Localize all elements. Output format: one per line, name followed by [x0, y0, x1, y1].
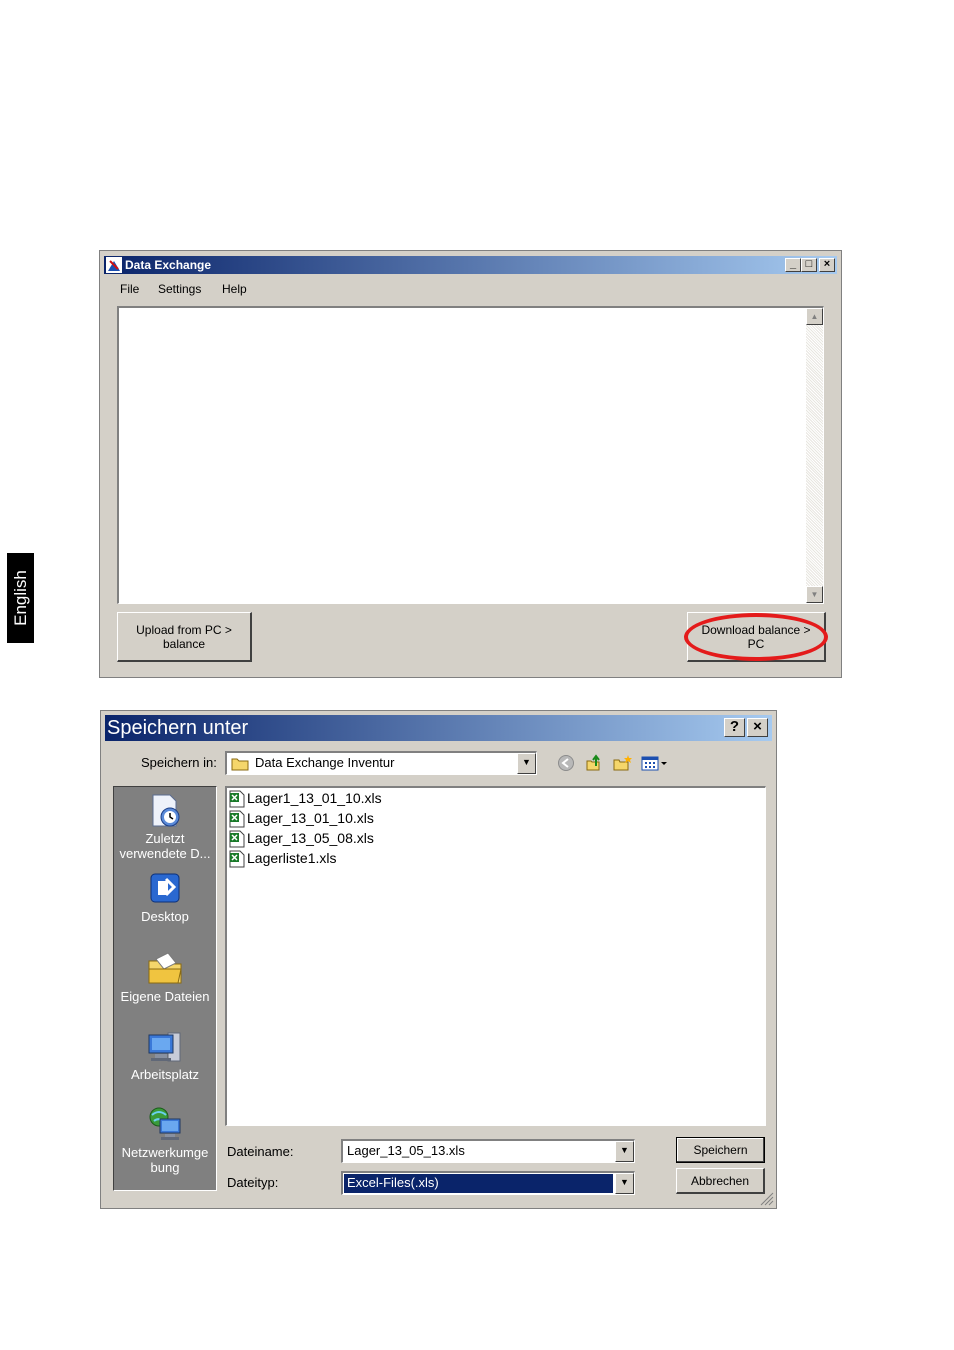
file-name: Lager_13_01_10.xls — [247, 810, 374, 826]
cancel-button[interactable]: Abbrechen — [676, 1168, 765, 1194]
filetype-dropdown-button[interactable]: ▼ — [615, 1173, 634, 1194]
new-folder-icon[interactable] — [613, 754, 633, 772]
filename-label: Dateiname: — [227, 1144, 294, 1159]
app-icon — [106, 257, 122, 273]
place-my-documents[interactable]: Eigene Dateien — [114, 949, 216, 1004]
dialog-title-bar[interactable]: Speichern unter ? × — [105, 715, 772, 741]
download-button-line2: PC — [747, 636, 765, 651]
save-in-label: Speichern in: — [141, 755, 217, 770]
dialog-close-button[interactable]: × — [747, 718, 768, 737]
place-desktop[interactable]: Desktop — [114, 871, 216, 924]
upload-button-line1: Upload from PC > — [136, 622, 232, 637]
close-button[interactable]: × — [819, 258, 835, 272]
save-in-value: Data Exchange Inventur — [255, 755, 395, 770]
save-as-dialog: Speichern unter ? × Speichern in: Data E… — [100, 710, 777, 1209]
save-in-dropdown-button[interactable]: ▼ — [517, 753, 536, 774]
up-folder-icon[interactable] — [585, 754, 603, 772]
vertical-scrollbar[interactable]: ▲ ▼ — [806, 308, 823, 603]
file-name: Lager1_13_01_10.xls — [247, 790, 382, 806]
desktop-icon — [150, 873, 180, 903]
excel-file-icon — [229, 810, 245, 828]
title-bar[interactable]: Data Exchange _ □ × — [104, 256, 837, 274]
language-tab-label: English — [10, 570, 30, 626]
recent-documents-icon — [152, 794, 180, 827]
data-list[interactable]: ▲ ▼ — [117, 306, 824, 604]
download-balance-button[interactable]: Download balance > PC — [687, 612, 826, 662]
minimize-button[interactable]: _ — [785, 258, 801, 272]
view-menu-icon[interactable] — [641, 754, 671, 772]
network-icon — [149, 1107, 181, 1140]
filename-dropdown-button[interactable]: ▼ — [615, 1141, 634, 1162]
place-network-line2: bung — [150, 1160, 180, 1175]
back-icon[interactable] — [557, 754, 575, 772]
maximize-button[interactable]: □ — [801, 258, 817, 272]
file-name: Lagerliste1.xls — [247, 850, 337, 866]
excel-file-icon — [229, 790, 245, 808]
resize-grip-icon[interactable] — [760, 1192, 774, 1206]
excel-file-icon — [229, 830, 245, 848]
place-recent-line1: Zuletzt — [145, 831, 185, 846]
place-network[interactable]: Netzwerkumge bung — [114, 1105, 216, 1175]
help-button[interactable]: ? — [724, 718, 745, 737]
window-title: Data Exchange — [125, 258, 212, 272]
place-desktop-label: Desktop — [141, 909, 189, 924]
dialog-title: Speichern unter — [107, 717, 249, 739]
place-my-computer[interactable]: Arbeitsplatz — [114, 1029, 216, 1082]
filetype-select[interactable]: Excel-Files(.xls) ▼ — [341, 1171, 635, 1195]
place-recent[interactable]: Zuletzt verwendete D... — [114, 793, 216, 861]
data-exchange-window: Data Exchange _ □ × File Settings Help ▲… — [99, 250, 842, 678]
filename-value: Lager_13_05_13.xls — [347, 1143, 465, 1158]
place-my-documents-label: Eigene Dateien — [120, 989, 210, 1004]
scroll-up-button[interactable]: ▲ — [806, 308, 823, 325]
save-button[interactable]: Speichern — [676, 1137, 765, 1163]
scroll-down-button[interactable]: ▼ — [806, 586, 823, 603]
filetype-value: Excel-Files(.xls) — [347, 1175, 439, 1190]
excel-file-icon — [229, 850, 245, 868]
my-documents-icon — [148, 952, 182, 984]
filetype-label: Dateityp: — [227, 1175, 279, 1190]
place-network-line1: Netzwerkumge — [121, 1145, 209, 1160]
filename-input[interactable]: Lager_13_05_13.xls ▼ — [341, 1139, 635, 1163]
save-in-combo[interactable]: Data Exchange Inventur ▼ — [225, 751, 537, 775]
place-recent-line2: verwendete D... — [119, 846, 211, 861]
place-my-computer-label: Arbeitsplatz — [131, 1067, 199, 1082]
download-button-line1: Download balance > — [701, 622, 811, 637]
language-tab: English — [7, 553, 34, 643]
menu-file[interactable]: File — [120, 282, 139, 296]
menu-help[interactable]: Help — [222, 282, 247, 296]
folder-icon — [231, 758, 249, 771]
file-name: Lager_13_05_08.xls — [247, 830, 374, 846]
upload-from-pc-button[interactable]: Upload from PC > balance — [117, 612, 252, 662]
menu-settings[interactable]: Settings — [158, 282, 201, 296]
file-list[interactable]: Lager1_13_01_10.xls Lager_13_01_10.xls L… — [225, 786, 766, 1126]
upload-button-line2: balance — [162, 636, 206, 651]
my-computer-icon — [148, 1032, 181, 1062]
places-bar: Zuletzt verwendete D... Desktop Eigene D… — [113, 786, 217, 1191]
